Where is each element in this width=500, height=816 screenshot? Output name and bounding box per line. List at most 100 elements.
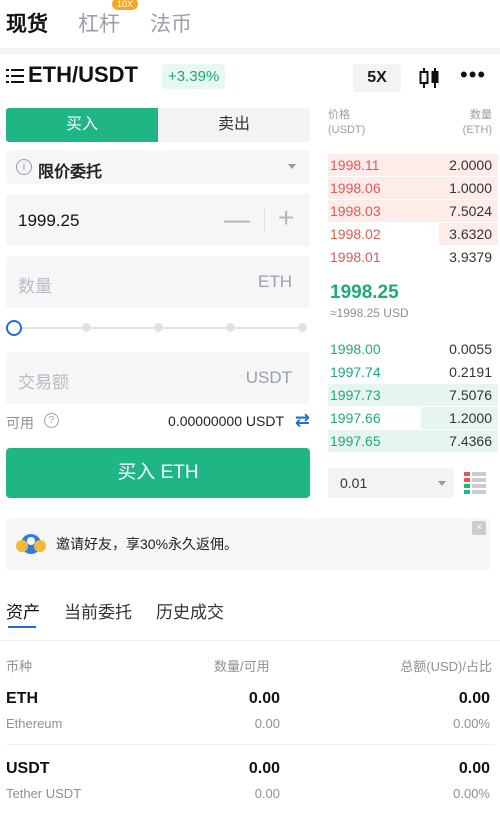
referral-banner[interactable]: 邀请好友，享30%永久返佣。 × [6, 518, 490, 570]
amount-unit: ETH [258, 272, 292, 291]
tab-margin-label: 杠杆 [78, 13, 120, 36]
ask-price: 1998.06 [330, 180, 381, 196]
section-divider [0, 640, 500, 641]
bid-row[interactable]: 1997.73 7.5076 [328, 384, 498, 406]
depth-precision-select[interactable]: 0.01 [328, 468, 454, 498]
bid-qty: 7.5076 [449, 387, 492, 403]
tab-open-orders[interactable]: 当前委托 [64, 598, 132, 623]
amount-slider[interactable] [6, 318, 310, 338]
sell-tab[interactable]: 卖出 [158, 108, 310, 142]
available-balance: 可用 ? 0.00000000 USDT ⇄ [6, 410, 310, 434]
last-price-usd: ≈1998.25 USD [330, 306, 409, 320]
asset-table-header: 币种 数量/可用 总额(USD)/占比 [0, 654, 500, 674]
ask-row[interactable]: 1998.06 1.0000 [328, 177, 498, 199]
total-unit: USDT [245, 368, 292, 387]
bid-row[interactable]: 1997.65 7.4366 [328, 430, 498, 452]
ask-price: 1998.03 [330, 203, 381, 219]
depth-precision-value: 0.01 [340, 475, 368, 491]
candlestick-chart-icon[interactable] [418, 66, 442, 90]
available-value: 0.00000000 USDT [168, 413, 284, 429]
leverage-button[interactable]: 5X [353, 64, 401, 92]
tab-margin[interactable]: 杠杆 10X [78, 0, 139, 38]
ask-row[interactable]: 1998.03 7.5024 [328, 200, 498, 222]
ask-qty: 3.9379 [449, 249, 492, 265]
asset-amount: 0.00 [248, 760, 280, 777]
leverage-badge: 10X [112, 0, 139, 10]
ask-qty: 2.0000 [449, 157, 492, 173]
more-options-icon[interactable]: ••• [460, 64, 488, 90]
price-column-unit: (USDT) [328, 124, 366, 136]
price-change-badge: +3.39% [162, 64, 226, 89]
slider-step-75[interactable] [226, 323, 235, 332]
help-icon[interactable]: ? [44, 413, 59, 428]
bid-row[interactable]: 1997.66 1.2000 [328, 407, 498, 429]
bid-price: 1997.74 [330, 364, 381, 380]
increase-price-button[interactable]: + [278, 204, 294, 232]
last-price[interactable]: 1998.25 [330, 282, 399, 304]
slider-handle[interactable] [6, 320, 22, 336]
tab-fiat[interactable]: 法币 [150, 8, 192, 38]
ask-price: 1998.11 [330, 157, 380, 173]
decrease-price-button[interactable]: — [224, 206, 250, 232]
asset-symbol: USDT [6, 760, 50, 777]
tab-spot[interactable]: 现货 [6, 8, 48, 38]
ask-qty: 1.0000 [449, 180, 492, 196]
referral-text: 邀请好友，享30%永久返佣。 [56, 536, 239, 552]
total-placeholder: 交易额 [18, 373, 69, 392]
chevron-down-icon [438, 481, 446, 486]
buy-eth-button[interactable]: 买入 ETH [6, 448, 310, 498]
asset-available: 0.00 [254, 786, 280, 801]
transfer-icon[interactable]: ⇄ [295, 410, 310, 431]
order-type-select[interactable]: i 限价委托 [6, 150, 310, 184]
price-input[interactable]: 1999.25 — + [6, 194, 310, 246]
bid-row[interactable]: 1998.00 0.0055 [328, 338, 492, 360]
bid-qty: 0.2191 [449, 364, 492, 380]
buy-tab[interactable]: 买入 [6, 108, 158, 142]
menu-icon[interactable] [6, 69, 24, 83]
ask-qty: 3.6320 [449, 226, 492, 242]
slider-step-100[interactable] [298, 323, 307, 332]
bid-price: 1997.73 [330, 387, 381, 403]
info-icon[interactable]: i [16, 159, 32, 175]
bid-qty: 0.0055 [449, 341, 492, 357]
ask-row[interactable]: 1998.02 3.6320 [328, 223, 498, 245]
bid-price: 1997.66 [330, 410, 381, 426]
bid-row[interactable]: 1997.74 0.2191 [328, 361, 492, 383]
order-type-label: 限价委托 [38, 164, 103, 181]
ask-row[interactable]: 1998.11 2.0000 [328, 154, 498, 176]
available-label: 可用 [6, 415, 34, 431]
total-input[interactable]: 交易额 USDT [6, 352, 310, 404]
close-icon[interactable]: × [472, 521, 486, 535]
bid-price: 1997.65 [330, 433, 381, 449]
ask-price: 1998.02 [330, 226, 381, 242]
slider-step-50[interactable] [154, 323, 163, 332]
chevron-down-icon [288, 164, 296, 169]
tab-trade-history[interactable]: 历史成交 [156, 598, 224, 623]
asset-available: 0.00 [254, 716, 280, 731]
amount-input[interactable]: 数量 ETH [6, 256, 310, 308]
pair-name[interactable]: ETH/USDT [28, 62, 138, 88]
total-header: 总额(USD)/占比 [400, 659, 492, 674]
asset-row[interactable]: USDT Tether USDT 0.00 0.00 0.00 0.00% [0, 758, 500, 816]
price-column-header: 价格 [328, 109, 350, 121]
asset-total: 0.00 [458, 760, 490, 777]
order-book-header: 价格 (USDT) 数量 (ETH) [328, 104, 492, 140]
bid-price: 1998.00 [330, 341, 381, 357]
qty-column-unit: (ETH) [462, 124, 492, 136]
ask-row[interactable]: 1998.01 3.9379 [328, 246, 492, 268]
account-tabs: 资产 当前委托 历史成交 [0, 590, 500, 630]
bid-qty: 7.4366 [449, 433, 492, 449]
price-value[interactable]: 1999.25 [18, 211, 79, 231]
tab-assets[interactable]: 资产 [6, 598, 40, 623]
ask-qty: 7.5024 [449, 203, 492, 219]
asset-row[interactable]: ETH Ethereum 0.00 0.00 0.00 0.00% [0, 688, 500, 748]
coin-header: 币种 [6, 659, 33, 674]
ask-price: 1998.01 [330, 249, 381, 265]
section-divider [0, 48, 500, 54]
pair-header: ETH/USDT +3.39% 5X ••• [0, 58, 500, 94]
qty-column-header: 数量 [470, 109, 492, 121]
active-tab-indicator [8, 626, 36, 628]
order-book-layout-icon[interactable] [462, 468, 488, 498]
slider-step-25[interactable] [82, 323, 91, 332]
asset-symbol: ETH [6, 690, 38, 707]
